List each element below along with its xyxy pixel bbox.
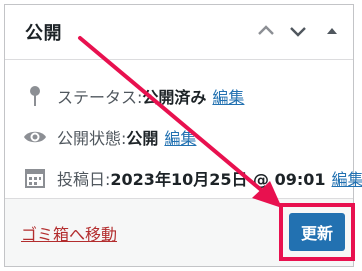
visibility-row: 公開状態: 公開 編集 — [23, 124, 196, 150]
update-button-highlight: 更新 — [279, 203, 355, 261]
publish-panel: 公開 ステータス: 公開済み 編集 公開状態: 公開 編集 投稿日: 2023年… — [4, 4, 362, 267]
pin-icon — [23, 84, 47, 108]
chevron-down-icon[interactable] — [287, 20, 309, 42]
status-edit-link[interactable]: 編集 — [212, 84, 244, 108]
panel-footer: ゴミ箱へ移動 更新 — [5, 198, 355, 266]
panel-header: 公開 — [5, 5, 353, 60]
eye-icon — [23, 125, 47, 149]
update-button[interactable]: 更新 — [289, 213, 345, 251]
status-value: 公開済み — [142, 88, 207, 107]
calendar-icon — [23, 166, 47, 190]
triangle-up-icon[interactable] — [321, 20, 343, 42]
status-row: ステータス: 公開済み 編集 — [23, 83, 244, 109]
status-label: ステータス: — [57, 88, 143, 107]
publish-date-label: 投稿日: — [57, 170, 111, 189]
move-to-trash-link[interactable]: ゴミ箱へ移動 — [21, 221, 117, 245]
publish-date-row: 投稿日: 2023年10月25日 @ 09:01 編集 — [23, 165, 362, 191]
panel-title: 公開 — [25, 23, 62, 44]
publish-date-value: 2023年10月25日 @ 09:01 — [110, 170, 326, 189]
visibility-value: 公開 — [126, 129, 159, 148]
visibility-label: 公開状態: — [57, 129, 127, 148]
publish-date-edit-link[interactable]: 編集 — [332, 166, 362, 190]
page: 公開 ステータス: 公開済み 編集 公開状態: 公開 編集 投稿日: 2023年… — [0, 0, 362, 271]
chevron-up-icon[interactable] — [255, 20, 277, 42]
visibility-edit-link[interactable]: 編集 — [164, 125, 196, 149]
